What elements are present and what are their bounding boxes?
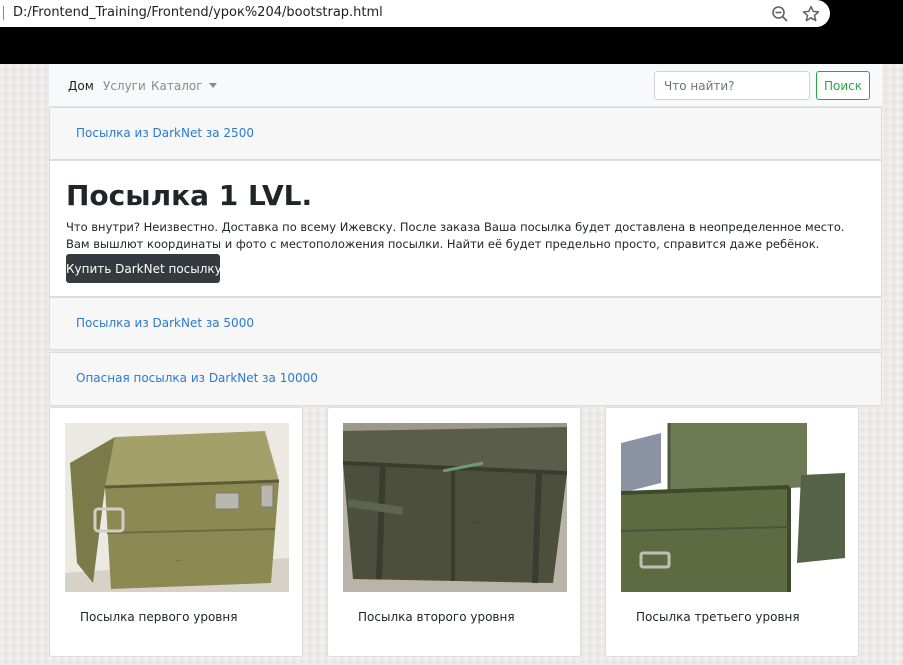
card-title-3: Посылка третьего уровня — [636, 610, 800, 624]
nav-item-home[interactable]: Дом — [68, 79, 94, 93]
crate-image-3 — [621, 423, 845, 592]
crate-image-2: … — [343, 423, 567, 592]
accordion-link-10000[interactable]: Опасная посылка из DarkNet за 10000 — [76, 371, 318, 385]
svg-text:…: … — [175, 555, 182, 563]
buy-darknet-button[interactable]: Купить DarkNet посылку — [66, 254, 222, 283]
navbar: Дом Услуги Каталог Поиск — [49, 64, 882, 107]
card-level-2: … Посылка второго уровня — [327, 407, 581, 657]
chevron-down-icon — [208, 83, 217, 88]
search-button[interactable]: Поиск — [816, 71, 870, 100]
nav-item-services[interactable]: Услуги — [103, 79, 146, 93]
nav-item-catalog-label: Каталог — [151, 79, 203, 93]
address-bar[interactable]: D:/Frontend_Training/Frontend/урок%204/b… — [0, 0, 830, 27]
search-input[interactable] — [654, 71, 810, 100]
accordion-link-5000[interactable]: Посылка из DarkNet за 5000 — [76, 316, 254, 330]
address-divider — [3, 6, 4, 20]
accordion-header-2[interactable]: Посылка из DarkNet за 5000 — [49, 297, 882, 350]
card-level-1: … Посылка первого уровня — [49, 407, 303, 657]
address-url[interactable]: D:/Frontend_Training/Frontend/урок%204/b… — [13, 5, 383, 20]
crate-image-1: … — [65, 423, 289, 592]
card-title-2: Посылка второго уровня — [358, 610, 515, 624]
card-level-3: Посылка третьего уровня — [605, 407, 859, 657]
zoom-out-icon[interactable] — [770, 4, 790, 24]
accordion-link-2500[interactable]: Посылка из DarkNet за 2500 — [76, 126, 254, 140]
accordion-header-1[interactable]: Посылка из DarkNet за 2500 — [49, 107, 882, 160]
black-band — [0, 28, 903, 64]
svg-text:…: … — [473, 516, 481, 525]
accordion-header-3[interactable]: Опасная посылка из DarkNet за 10000 — [49, 352, 882, 406]
nav-item-catalog[interactable]: Каталог — [151, 79, 217, 93]
accordion-body-open: Посылка 1 LVL. Что внутри? Неизвестно. Д… — [49, 160, 882, 297]
package-description: Что внутри? Неизвестно. Доставка по всем… — [66, 220, 845, 251]
star-icon[interactable] — [801, 4, 821, 24]
card-title-1: Посылка первого уровня — [80, 610, 238, 624]
page-title: Посылка 1 LVL. — [66, 179, 313, 212]
